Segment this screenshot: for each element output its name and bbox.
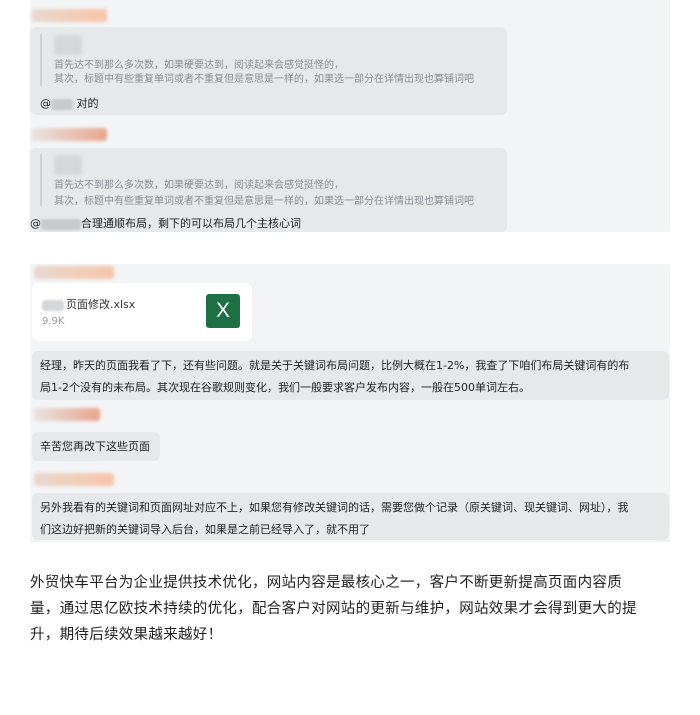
avatar xyxy=(54,155,82,175)
file-size: 9.9K xyxy=(42,316,65,327)
quoted-message: 首先达不到那么多次数，如果硬要达到，阅读起来会感觉挺怪的， 其次，标题中有些重复… xyxy=(40,154,474,207)
message-bubble[interactable]: 辛苦您再改下这些页面 xyxy=(32,432,160,461)
quoted-message: 首先达不到那么多次数，如果硬要达到，阅读起来会感觉挺怪的， 其次，标题中有些重复… xyxy=(40,34,474,86)
avatar xyxy=(54,35,82,55)
sender-name-blurred xyxy=(32,128,107,141)
message-line: 局1-2个没有的未布局。其次现在谷歌规则变化，我们一般要求客户发布内容，一般在5… xyxy=(40,381,530,394)
message-bubble-quote-reply[interactable]: 首先达不到那么多次数，如果硬要达到，阅读起来会感觉挺怪的， 其次，标题中有些重复… xyxy=(30,148,507,232)
sender-name-blurred xyxy=(34,266,114,279)
article-line: 量，通过思亿欧技术持续的优化，配合客户对网站的更新与维护，网站效果才会得到更大的… xyxy=(30,601,637,617)
excel-icon: X xyxy=(206,294,240,328)
quote-line: 首先达不到那么多次数，如果硬要达到，阅读起来会感觉挺怪的， xyxy=(54,180,344,191)
message-bubble[interactable]: 另外我看有的关键词和页面网址对应不上，如果您有修改关键词的话，需要您做个记录（原… xyxy=(32,493,669,540)
file-attachment-card[interactable]: 页面修改.xlsx 9.9K X xyxy=(32,283,252,341)
article-line: 升，期待后续效果越来越好！ xyxy=(30,627,223,643)
sender-name-blurred xyxy=(32,9,107,22)
message-bubble-quote-reply[interactable]: 首先达不到那么多次数，如果硬要达到，阅读起来会感觉挺怪的， 其次，标题中有些重复… xyxy=(30,27,507,115)
sender-name-blurred xyxy=(34,408,100,421)
sender-name-blurred xyxy=(34,473,114,486)
quote-line: 其次，标题中有些重复单词或者不重复但是意思是一样的，如果选一部分在详情出现也算铺… xyxy=(54,74,474,85)
reply-content: 合理通顺布局，剩下的可以布局几个主核心词 xyxy=(81,217,301,230)
mention-prefix: @ xyxy=(40,97,51,110)
quote-line: 其次，标题中有些重复单词或者不重复但是意思是一样的，如果选一部分在详情出现也算铺… xyxy=(54,196,474,207)
file-name: 页面修改.xlsx xyxy=(42,296,135,312)
file-name-blurred-prefix xyxy=(42,299,64,311)
message-line: 另外我看有的关键词和页面网址对应不上，如果您有修改关键词的话，需要您做个记录（原… xyxy=(40,501,629,514)
mention-name-blurred xyxy=(51,98,73,110)
message-line: 辛苦您再改下这些页面 xyxy=(40,440,150,453)
reply-content: 对的 xyxy=(76,97,99,110)
chat-panel-top: 首先达不到那么多次数，如果硬要达到，阅读起来会感觉挺怪的， 其次，标题中有些重复… xyxy=(30,0,670,232)
message-line: 经理，昨天的页面我看了下，还有些问题。就是关于关键词布局问题，比例大概在1-2%… xyxy=(40,359,630,372)
file-name-text: 页面修改.xlsx xyxy=(66,298,136,311)
reply-text: @ 对的 xyxy=(40,95,99,111)
reply-text: @ 合理通顺布局，剩下的可以布局几个主核心词 xyxy=(30,215,301,231)
mention-prefix: @ xyxy=(30,217,41,230)
message-bubble[interactable]: 经理，昨天的页面我看了下，还有些问题。就是关于关键词布局问题，比例大概在1-2%… xyxy=(32,351,669,400)
article-paragraph: 外贸快车平台为企业提供技术优化，网站内容是最核心之一，客户不断更新提高页面内容质… xyxy=(30,570,675,648)
message-line: 们这边好把新的关键词导入后台，如果是之前已经导入了，就不用了 xyxy=(40,523,370,536)
article-line: 外贸快车平台为企业提供技术优化，网站内容是最核心之一，客户不断更新提高页面内容质 xyxy=(30,575,622,591)
mention-name-blurred xyxy=(41,218,81,230)
